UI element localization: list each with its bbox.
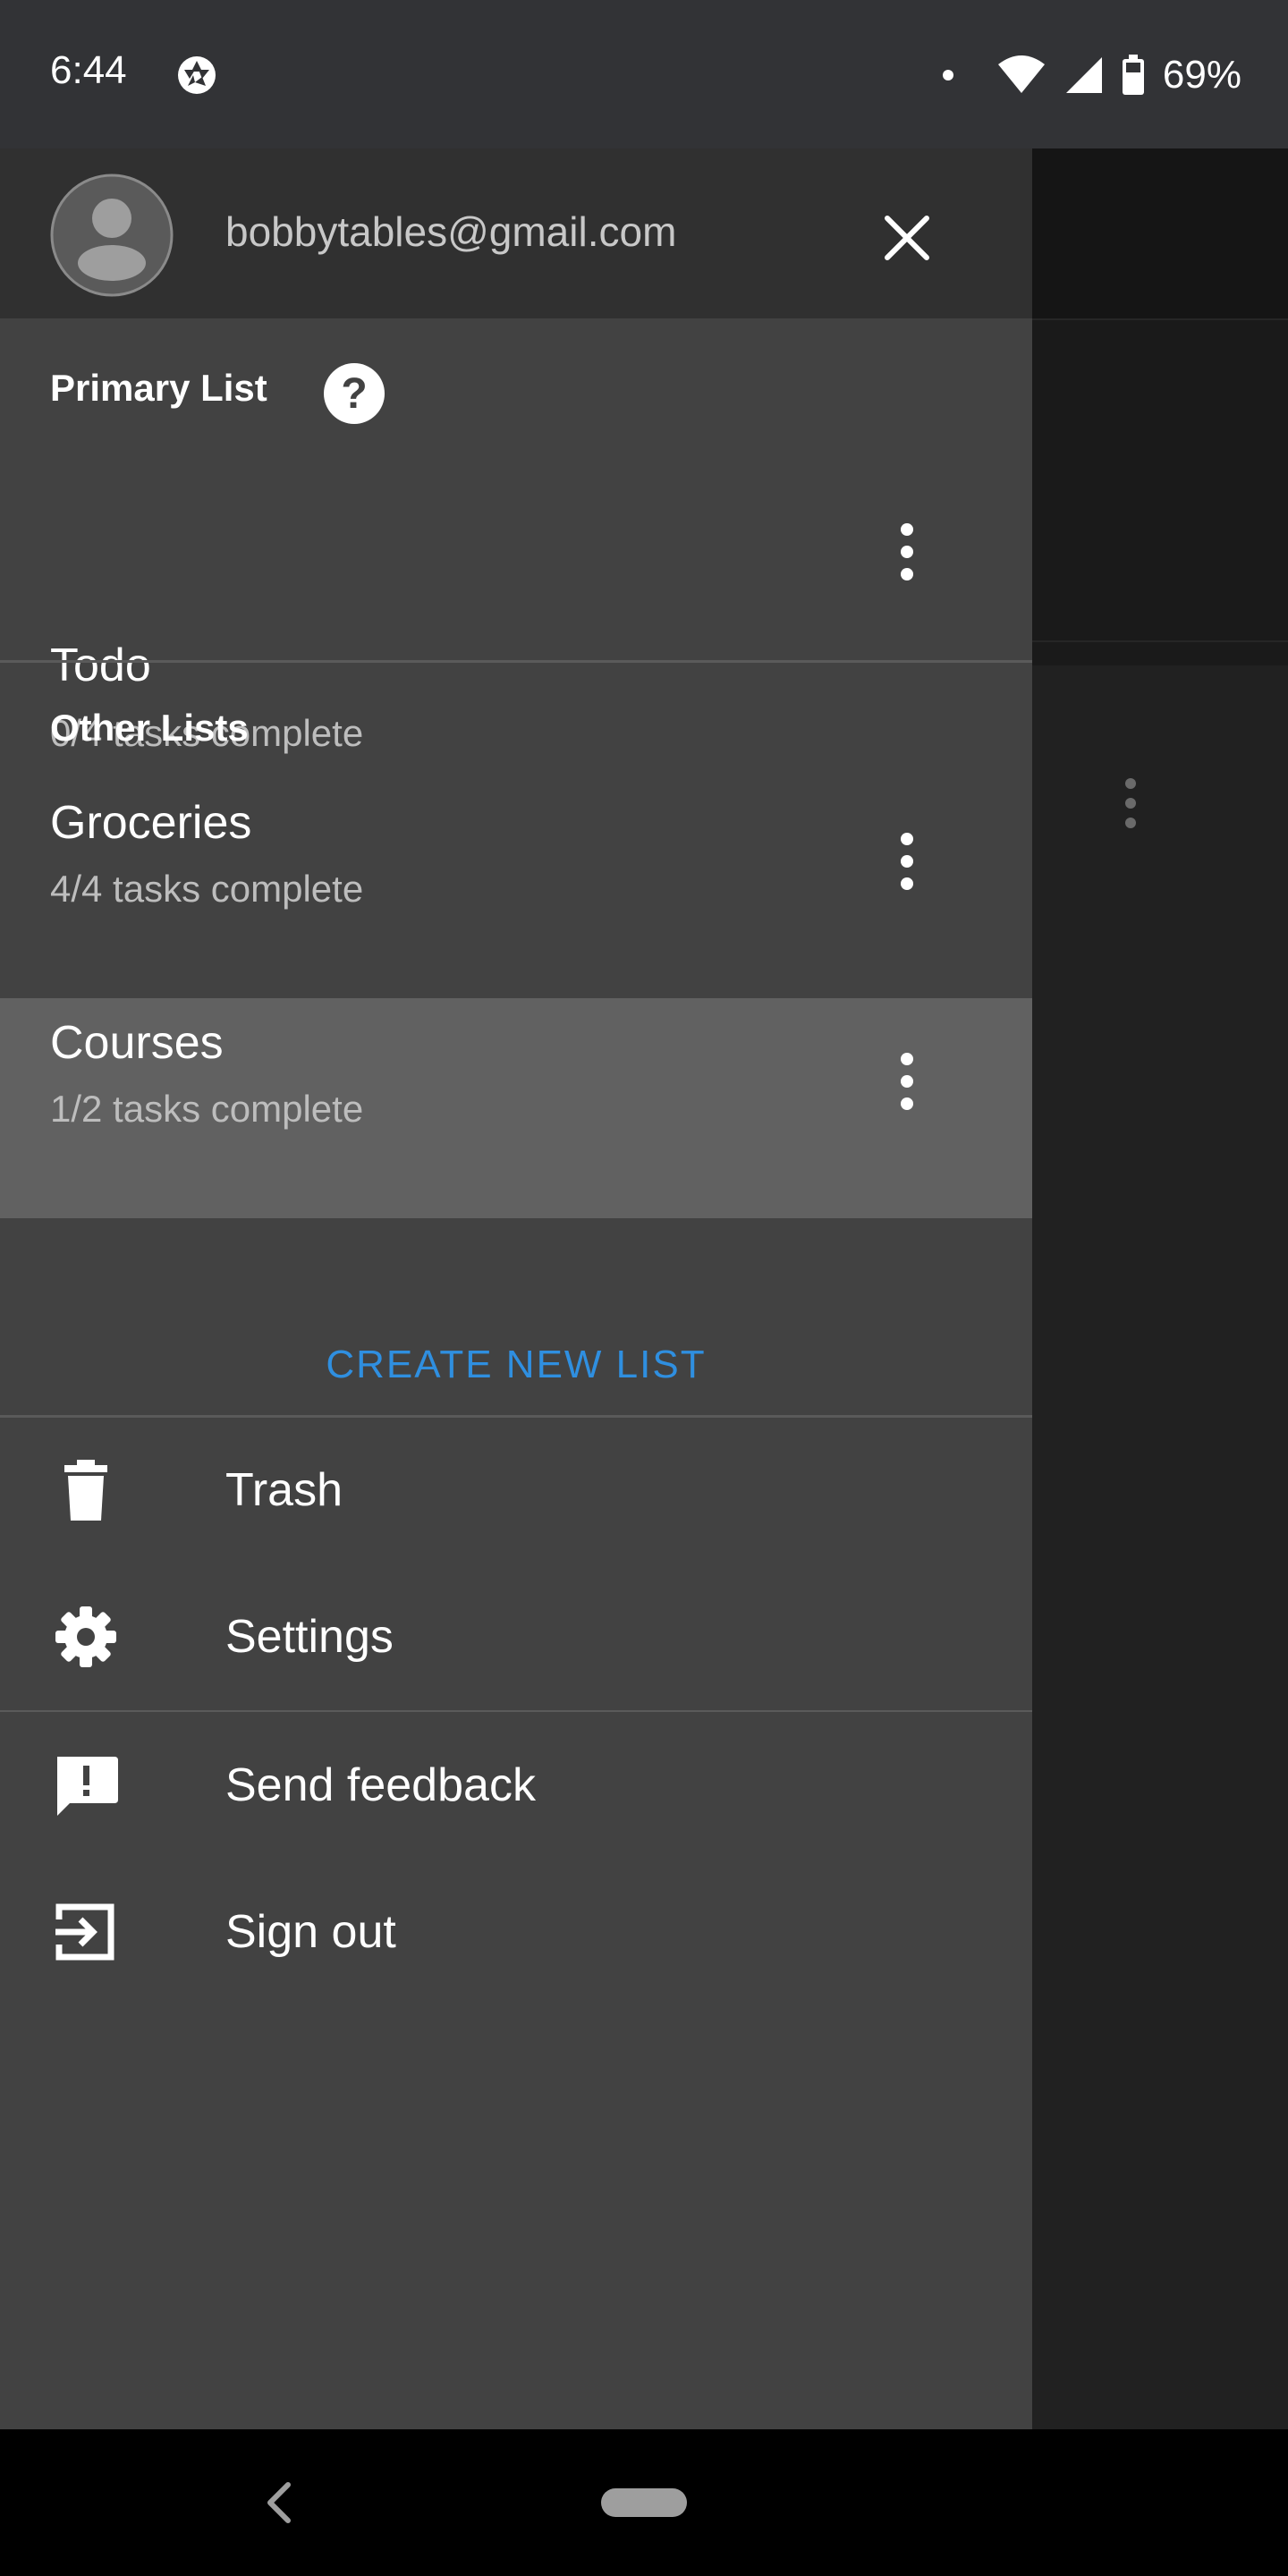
battery-icon	[1122, 55, 1144, 95]
menu-item-settings[interactable]: Settings	[0, 1565, 1032, 1708]
background-toolbar	[1032, 148, 1288, 318]
create-new-list-button[interactable]: CREATE NEW LIST	[0, 1316, 1032, 1414]
other-lists-heading: Other Lists	[50, 707, 249, 749]
navigation-drawer: bobbytables@gmail.com Primary List ? Tod…	[0, 148, 1032, 2429]
list-name: Todo	[50, 640, 151, 691]
back-icon[interactable]	[261, 2479, 297, 2526]
status-icons: 69%	[942, 48, 1241, 102]
svg-text:?: ?	[341, 370, 367, 418]
more-vert-icon[interactable]	[889, 521, 925, 583]
menu-label: Send feedback	[225, 1759, 536, 1811]
background-app-scrim[interactable]	[1032, 148, 1288, 2429]
account-email: bobbytables@gmail.com	[225, 208, 677, 255]
feedback-icon	[57, 1757, 118, 1816]
cell-signal-icon	[1065, 57, 1102, 93]
list-item-groceries[interactable]: Groceries 4/4 tasks complete	[0, 785, 1032, 964]
list-name: Groceries	[50, 797, 252, 849]
menu-label: Sign out	[225, 1906, 396, 1958]
menu-label: Trash	[225, 1464, 343, 1516]
background-header	[1032, 318, 1288, 665]
list-progress: 4/4 tasks complete	[50, 868, 364, 910]
gear-icon	[55, 1606, 116, 1667]
more-vert-icon[interactable]	[889, 1050, 925, 1113]
menu-item-trash[interactable]: Trash	[0, 1419, 1032, 1562]
status-time: 6:44	[50, 48, 127, 92]
status-bar: 6:44 69%	[0, 0, 1288, 148]
more-vert-icon[interactable]	[889, 830, 925, 893]
section-divider	[0, 660, 1032, 663]
help-icon[interactable]: ?	[322, 361, 386, 426]
system-nav-bar	[0, 2429, 1288, 2576]
section-divider	[0, 1415, 1032, 1418]
list-item-courses-selected[interactable]: Courses 1/2 tasks complete	[0, 998, 1032, 1218]
avatar-icon[interactable]	[50, 174, 174, 297]
background-divider	[1032, 640, 1288, 642]
list-progress: 1/2 tasks complete	[50, 1088, 364, 1130]
camera-aperture-icon	[178, 56, 216, 94]
menu-label: Settings	[225, 1611, 394, 1663]
sign-out-icon	[55, 1903, 114, 1961]
primary-list-heading: Primary List	[50, 367, 267, 409]
trash-icon	[64, 1460, 107, 1521]
notification-dot-icon	[942, 70, 953, 80]
menu-item-sign-out[interactable]: Sign out	[0, 1860, 1032, 2004]
background-more-icon	[1125, 778, 1136, 828]
section-divider	[0, 1710, 1032, 1712]
close-icon	[885, 216, 929, 260]
battery-percent: 69%	[1162, 53, 1241, 97]
wifi-icon	[997, 55, 1045, 93]
list-item-todo[interactable]: Todo 0/4 tasks complete	[0, 456, 1032, 754]
menu-item-send-feedback[interactable]: Send feedback	[0, 1714, 1032, 1857]
close-drawer-button[interactable]	[875, 206, 939, 270]
home-pill-button[interactable]	[601, 2488, 687, 2517]
list-name: Courses	[50, 1017, 224, 1069]
drawer-header: bobbytables@gmail.com	[0, 148, 1032, 318]
